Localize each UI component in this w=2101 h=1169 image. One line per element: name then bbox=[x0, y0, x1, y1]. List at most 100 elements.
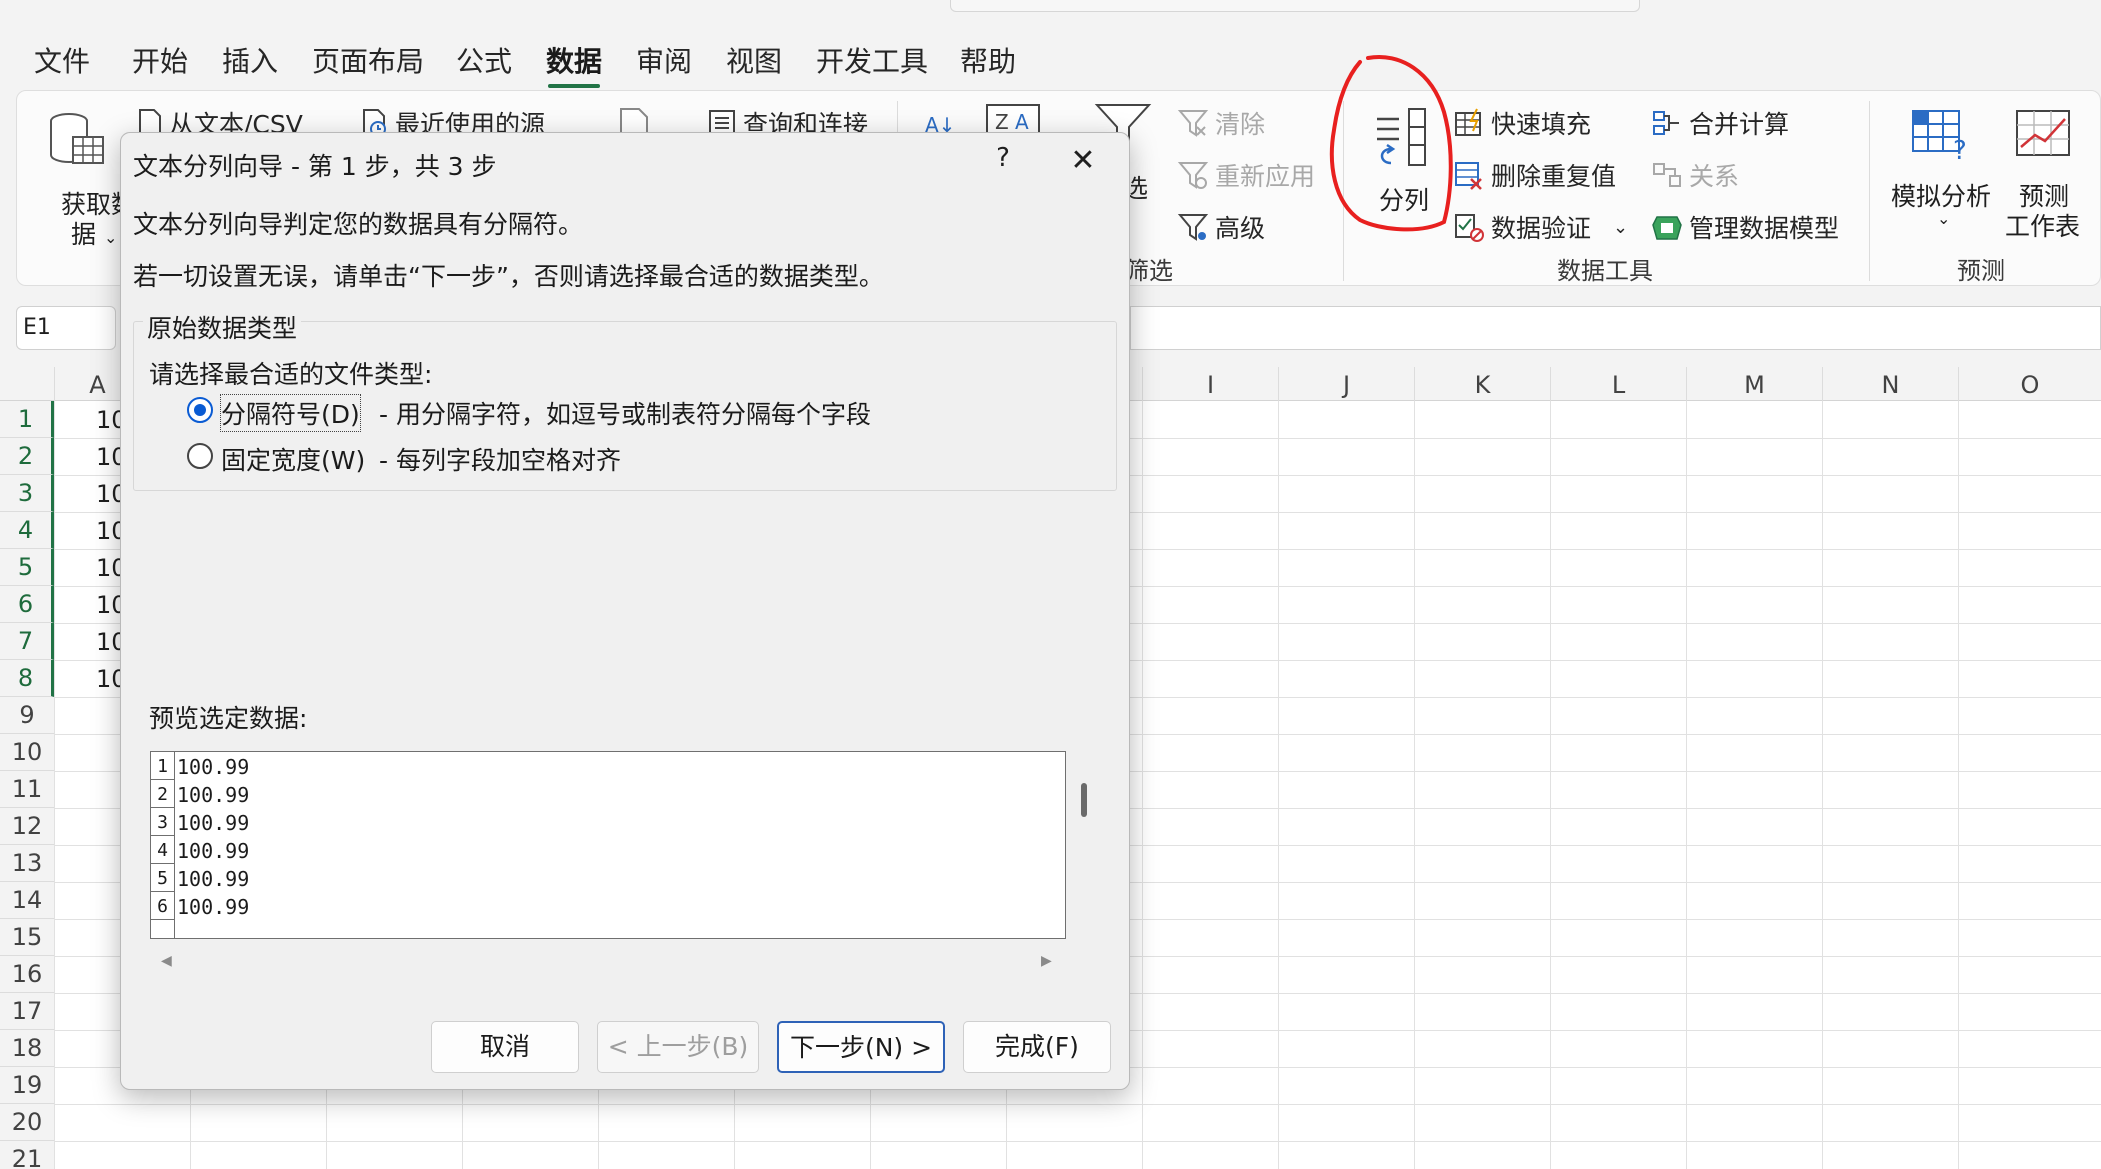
manage-data-model-button[interactable]: 管理数据模型 bbox=[1651, 209, 1839, 245]
preview-row-number bbox=[151, 920, 175, 938]
row-header[interactable]: 1 bbox=[0, 401, 54, 438]
close-icon[interactable]: ✕ bbox=[1061, 143, 1105, 183]
finish-button[interactable]: 完成(F) bbox=[963, 1021, 1111, 1073]
column-gridline bbox=[1822, 401, 1823, 1169]
back-button[interactable]: < 上一步(B) bbox=[597, 1021, 759, 1073]
dialog-info-line-2: 若一切设置无误，请单击“下一步”，否则请选择最合适的数据类型。 bbox=[133, 262, 884, 291]
preview-row-value: 100.99 bbox=[177, 783, 250, 807]
preview-row-value: 100.99 bbox=[177, 867, 250, 891]
cancel-button[interactable]: 取消 bbox=[431, 1021, 579, 1073]
row-header[interactable]: 7 bbox=[0, 623, 54, 660]
get-data-button[interactable]: 获取数 据 ⌄ bbox=[31, 103, 136, 249]
relationships-icon bbox=[1653, 163, 1681, 187]
what-if-label: 模拟分析 bbox=[1891, 182, 1992, 211]
row-header[interactable]: 20 bbox=[0, 1104, 54, 1141]
consolidate-button[interactable]: 合并计算 bbox=[1651, 105, 1789, 141]
formula-bar[interactable] bbox=[1130, 306, 2101, 350]
row-header[interactable]: 11 bbox=[0, 771, 54, 808]
reapply-button[interactable]: 重新应用 bbox=[1177, 157, 1315, 193]
column-header-l[interactable]: L bbox=[1550, 367, 1686, 401]
preview-row-number: 2 bbox=[151, 780, 175, 808]
tab-page-layout[interactable]: 页面布局 bbox=[312, 40, 424, 80]
choose-type-label: 请选择最合适的文件类型: bbox=[149, 360, 433, 389]
tab-home[interactable]: 开始 bbox=[132, 40, 188, 80]
forecast-icon bbox=[2016, 110, 2070, 156]
row-header[interactable]: 14 bbox=[0, 882, 54, 919]
help-icon[interactable]: ? bbox=[983, 143, 1023, 183]
tab-data[interactable]: 数据 bbox=[546, 40, 602, 88]
clear-filter-button[interactable]: 清除 bbox=[1177, 105, 1265, 141]
consolidate-icon bbox=[1653, 111, 1679, 135]
fixed-width-label[interactable]: 固定宽度(W) bbox=[221, 441, 365, 477]
column-gridline bbox=[1550, 401, 1551, 1169]
next-button[interactable]: 下一步(N) > bbox=[777, 1021, 945, 1073]
chevron-down-icon[interactable]: ⌄ bbox=[1613, 217, 1628, 238]
chevron-down-icon: ⌄ bbox=[1937, 209, 1951, 228]
delimited-label[interactable]: 分隔符号(D) bbox=[220, 394, 361, 432]
tab-review[interactable]: 审阅 bbox=[636, 40, 692, 80]
scroll-left-icon[interactable]: ◀ bbox=[161, 953, 172, 969]
preview-row-number: 5 bbox=[151, 864, 175, 892]
row-header[interactable]: 19 bbox=[0, 1067, 54, 1104]
column-gridline bbox=[54, 401, 55, 1169]
column-header-j[interactable]: J bbox=[1278, 367, 1414, 401]
column-header-i[interactable]: I bbox=[1142, 367, 1278, 401]
what-if-analysis-button[interactable]: ? 模拟分析 ⌄ bbox=[1887, 105, 1997, 235]
forecast-label-2: 工作表 bbox=[2005, 212, 2081, 241]
delimited-radio[interactable] bbox=[187, 397, 213, 423]
forecast-sheet-button[interactable]: 预测 工作表 bbox=[2001, 105, 2091, 241]
tab-insert[interactable]: 插入 bbox=[222, 40, 278, 80]
forecast-group-label: 预测 bbox=[1957, 257, 2005, 285]
row-header[interactable]: 3 bbox=[0, 475, 54, 512]
column-header-o[interactable]: O bbox=[1958, 367, 2101, 401]
svg-text:A: A bbox=[1015, 110, 1029, 134]
row-header[interactable]: 8 bbox=[0, 660, 54, 697]
preview-vertical-scrollbar[interactable] bbox=[1081, 783, 1087, 817]
row-gridline bbox=[54, 1141, 2101, 1142]
column-header-m[interactable]: M bbox=[1686, 367, 1822, 401]
search-box-edge[interactable] bbox=[950, 0, 1640, 12]
row-header[interactable]: 10 bbox=[0, 734, 54, 771]
row-header[interactable]: 4 bbox=[0, 512, 54, 549]
funnel-clear-icon bbox=[1177, 110, 1209, 137]
preview-row-value: 100.99 bbox=[177, 839, 250, 863]
relationships-button[interactable]: 关系 bbox=[1651, 157, 1739, 193]
preview-row-number: 6 bbox=[151, 892, 175, 920]
preview-row-number: 3 bbox=[151, 808, 175, 836]
tab-developer[interactable]: 开发工具 bbox=[816, 40, 928, 80]
data-preview-box[interactable]: 1 100.99 2 100.99 3 100.99 4 100.99 5 100.99 6 100.… bbox=[150, 751, 1066, 939]
name-box[interactable]: E1 bbox=[16, 306, 116, 350]
chevron-down-icon: ⌄ bbox=[103, 228, 118, 247]
row-header[interactable]: 15 bbox=[0, 919, 54, 956]
preview-row-number: 4 bbox=[151, 836, 175, 864]
row-header[interactable]: 2 bbox=[0, 438, 54, 475]
red-annotation-circle bbox=[1329, 55, 1453, 232]
group-legend: 原始数据类型 bbox=[143, 309, 302, 345]
row-header[interactable]: 6 bbox=[0, 586, 54, 623]
tab-help[interactable]: 帮助 bbox=[960, 40, 1016, 80]
fixed-width-radio[interactable] bbox=[187, 443, 213, 469]
column-gridline bbox=[1414, 401, 1415, 1169]
row-header[interactable]: 17 bbox=[0, 993, 54, 1030]
column-header-n[interactable]: N bbox=[1822, 367, 1958, 401]
tab-formulas[interactable]: 公式 bbox=[456, 40, 512, 80]
row-header[interactable]: 9 bbox=[0, 697, 54, 734]
column-gridline bbox=[1278, 401, 1279, 1169]
column-gridline bbox=[1142, 401, 1143, 1169]
svg-text:Z: Z bbox=[995, 110, 1009, 134]
row-header[interactable]: 13 bbox=[0, 845, 54, 882]
row-header[interactable]: 18 bbox=[0, 1030, 54, 1067]
row-header[interactable]: 12 bbox=[0, 808, 54, 845]
row-header[interactable]: 5 bbox=[0, 549, 54, 586]
row-header[interactable]: 16 bbox=[0, 956, 54, 993]
database-icon bbox=[50, 113, 104, 164]
title-strip bbox=[0, 0, 2101, 20]
tab-file[interactable]: 文件 bbox=[34, 40, 90, 80]
advanced-filter-button[interactable]: 高级 bbox=[1177, 209, 1265, 245]
dialog-info-line-1: 文本分列向导判定您的数据具有分隔符。 bbox=[133, 210, 584, 239]
row-header[interactable]: 21 bbox=[0, 1141, 54, 1169]
tab-view[interactable]: 视图 bbox=[726, 40, 782, 80]
delimited-description: - 用分隔字符，如逗号或制表符分隔每个字段 bbox=[379, 400, 871, 429]
scroll-right-icon[interactable]: ▶ bbox=[1041, 953, 1052, 969]
column-header-k[interactable]: K bbox=[1414, 367, 1550, 401]
